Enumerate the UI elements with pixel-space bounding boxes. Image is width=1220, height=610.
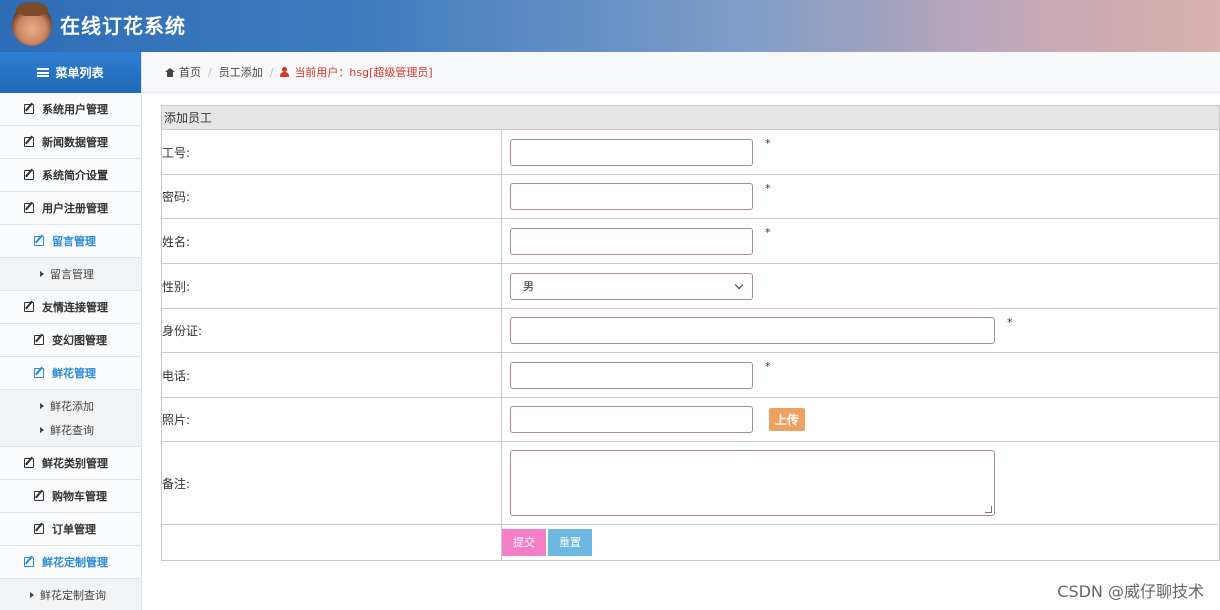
- sidebar-subitem-label: 鲜花查询: [50, 424, 94, 437]
- sidebar-item-label: 系统简介设置: [42, 169, 108, 182]
- password-input[interactable]: [510, 183, 753, 210]
- home-icon: [165, 67, 175, 77]
- current-user: 当前用户：hsg[超级管理员]: [294, 66, 433, 79]
- sidebar-subitem-custom-query[interactable]: 鲜花定制查询: [0, 583, 141, 607]
- edit-icon: [24, 203, 34, 213]
- form-title: 添加员工: [161, 105, 1220, 130]
- sidebar-item-label: 购物车管理: [52, 490, 107, 503]
- sidebar-item-registration[interactable]: 用户注册管理: [0, 192, 141, 225]
- employee-id-input[interactable]: [510, 138, 753, 166]
- edit-icon: [24, 170, 34, 180]
- sidebar-item-orders[interactable]: 订单管理: [0, 513, 141, 546]
- required-mark: *: [1007, 316, 1013, 329]
- chevron-down-icon: [734, 280, 744, 289]
- breadcrumb-separator: /: [269, 65, 274, 79]
- field-label-employee-id: 工号:: [161, 129, 502, 175]
- watermark: CSDN @威仔聊技术: [1057, 582, 1204, 601]
- field-label-name: 姓名:: [161, 218, 502, 264]
- top-header: 在线订花系统: [0, 0, 1220, 52]
- menu-header: 菜单列表: [0, 52, 141, 93]
- app-logo: [12, 2, 52, 46]
- edit-icon: [24, 137, 34, 147]
- sidebar-item-news[interactable]: 新闻数据管理: [0, 126, 141, 159]
- sidebar-item-custom-flowers[interactable]: 鲜花定制管理: [0, 546, 141, 579]
- sidebar-item-flowers[interactable]: 鲜花管理: [0, 357, 141, 390]
- sidebar-subitem-messages[interactable]: 留言管理: [0, 262, 141, 286]
- sidebar-subitem-flower-query[interactable]: 鲜花查询: [0, 418, 141, 442]
- sidebar-item-flower-category[interactable]: 鲜花类别管理: [0, 447, 141, 480]
- upload-button[interactable]: 上传: [768, 408, 805, 431]
- name-input[interactable]: [510, 227, 753, 255]
- required-mark: *: [765, 360, 771, 373]
- sidebar-item-carousel[interactable]: 变幻图管理: [0, 324, 141, 357]
- phone-input[interactable]: [510, 361, 753, 389]
- sidebar-subitem-label: 鲜花定制查询: [40, 589, 106, 602]
- breadcrumb-separator: /: [208, 65, 212, 79]
- sidebar-item-label: 新闻数据管理: [42, 136, 108, 149]
- breadcrumb-home[interactable]: 首页: [179, 64, 201, 80]
- caret-right-icon: [30, 592, 34, 598]
- sidebar-item-cart[interactable]: 购物车管理: [0, 480, 141, 513]
- caret-right-icon: [40, 403, 44, 409]
- sidebar-subitem-flower-add[interactable]: 鲜花添加: [0, 394, 141, 418]
- sidebar-item-label: 友情连接管理: [42, 301, 108, 314]
- required-mark: *: [765, 182, 771, 195]
- sidebar-item-label: 鲜花管理: [52, 367, 96, 380]
- sidebar-subitem-label: 留言管理: [50, 268, 94, 281]
- sidebar: 菜单列表 系统用户管理 新闻数据管理 系统简介设置 用户注册管理 留言管理 留言…: [0, 52, 142, 610]
- edit-icon: [34, 524, 44, 534]
- id-card-input[interactable]: [510, 317, 995, 344]
- form-table: 添加员工 工号: * 密码: * 姓名: * 性别: 男 身份证: * 电话: …: [161, 105, 1220, 561]
- employee-form: 添加员工 工号: * 密码: * 姓名: * 性别: 男 身份证: * 电话: …: [161, 105, 1220, 561]
- edit-icon: [24, 302, 34, 312]
- field-label-gender: 性别:: [161, 263, 502, 309]
- submit-button[interactable]: 提交: [502, 529, 546, 556]
- reset-button[interactable]: 重置: [548, 529, 592, 556]
- sidebar-submenu-flowers: 鲜花添加 鲜花查询: [0, 390, 141, 447]
- edit-icon: [34, 335, 44, 345]
- menu-header-label: 菜单列表: [55, 66, 104, 80]
- caret-right-icon: [40, 271, 44, 277]
- sidebar-item-label: 鲜花定制管理: [42, 556, 108, 569]
- sidebar-item-label: 系统用户管理: [42, 103, 108, 116]
- menu-list-icon: [37, 68, 50, 77]
- required-mark: *: [765, 226, 771, 239]
- sidebar-item-label: 留言管理: [52, 235, 96, 248]
- field-label-id-card: 身份证:: [161, 308, 502, 353]
- sidebar-item-links[interactable]: 友情连接管理: [0, 291, 141, 324]
- user-icon: [280, 67, 290, 77]
- edit-icon: [34, 491, 44, 501]
- gender-select[interactable]: 男: [510, 272, 753, 300]
- edit-icon: [24, 557, 34, 567]
- edit-icon: [24, 104, 34, 114]
- actions-spacer: [161, 524, 502, 561]
- edit-icon: [34, 368, 44, 378]
- sidebar-item-label: 订单管理: [52, 523, 96, 536]
- field-label-photo: 照片:: [161, 397, 502, 442]
- sidebar-item-intro[interactable]: 系统简介设置: [0, 159, 141, 192]
- breadcrumb: 首页 / 员工添加 / 当前用户：hsg[超级管理员]: [142, 52, 1220, 93]
- field-label-remark: 备注:: [161, 441, 502, 525]
- gender-selected-value: 男: [523, 280, 534, 293]
- sidebar-subitem-label: 鲜花添加: [50, 400, 94, 413]
- sidebar-item-label: 变幻图管理: [52, 334, 107, 347]
- sidebar-submenu-custom: 鲜花定制查询: [0, 579, 141, 610]
- sidebar-item-system-users[interactable]: 系统用户管理: [0, 93, 141, 126]
- field-label-password: 密码:: [161, 174, 502, 219]
- sidebar-item-messages[interactable]: 留言管理: [0, 225, 141, 258]
- field-label-phone: 电话:: [161, 352, 502, 398]
- sidebar-item-label: 用户注册管理: [42, 202, 108, 215]
- breadcrumb-page[interactable]: 员工添加: [219, 64, 263, 80]
- app-title: 在线订花系统: [60, 14, 186, 38]
- caret-right-icon: [40, 427, 44, 433]
- remark-textarea[interactable]: [510, 450, 995, 516]
- photo-path-input[interactable]: [510, 406, 753, 433]
- sidebar-item-label: 鲜花类别管理: [42, 457, 108, 470]
- edit-icon: [24, 458, 34, 468]
- required-mark: *: [765, 137, 771, 150]
- edit-icon: [34, 236, 44, 246]
- sidebar-submenu-messages: 留言管理: [0, 258, 141, 291]
